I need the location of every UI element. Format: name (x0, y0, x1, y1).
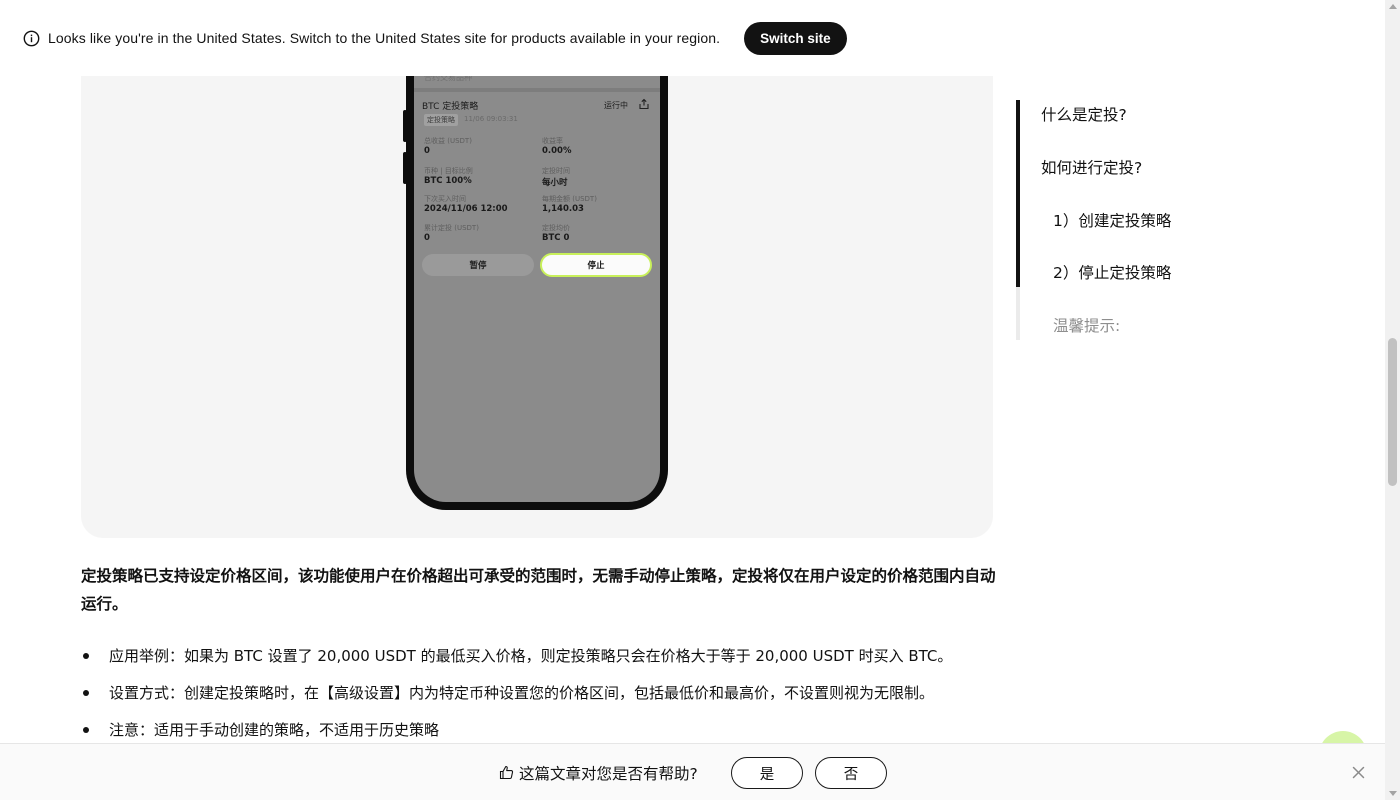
phone-pause-button: 暂停 (422, 254, 534, 276)
scrollbar-thumb[interactable] (1388, 338, 1397, 486)
price-range-paragraph: 定投策略已支持设定价格区间，该功能使用户在价格超出可承受的范围时，无需手动停止策… (81, 567, 996, 613)
feedback-bar: 这篇文章对您是否有帮助? 是 否 (0, 743, 1385, 800)
article-image-card: 合约交易品种 BTC 定投策略 运行中 定投策略 11/06 09:03:31 … (81, 0, 993, 538)
phone-mockup: 合约交易品种 BTC 定投策略 运行中 定投策略 11/06 09:03:31 … (406, 40, 668, 510)
region-banner-message: Looks like you're in the United States. … (48, 30, 721, 46)
list-item-text: 设置方式：创建定投策略时，在【高级设置】内为特定币种设置您的价格区间，包括最低价… (109, 684, 935, 702)
phone-field-label: 下次买入时间 (424, 195, 466, 203)
phone-field-label: 每期金额 (USDT) (542, 195, 597, 203)
toc-active-indicator (1016, 100, 1020, 287)
bullet-dot (83, 727, 89, 733)
bullet-dot (83, 653, 89, 659)
phone-field-label: 累计定投 (USDT) (424, 224, 479, 232)
phone-tag: 定投策略 (424, 114, 458, 126)
phone-field-label: 收益率 (542, 137, 563, 145)
feedback-yes-button[interactable]: 是 (731, 757, 803, 789)
phone-stop-button: 停止 (540, 253, 652, 277)
phone-divider (414, 88, 660, 92)
phone-field-value: 0 (424, 146, 430, 156)
phone-tag-date: 11/06 09:03:31 (464, 115, 518, 123)
switch-site-button[interactable]: Switch site (744, 21, 847, 55)
phone-field-label: 定投时间 (542, 167, 570, 175)
scroll-up-arrow[interactable] (1389, 4, 1397, 9)
bullet-dot (83, 690, 89, 696)
phone-field-value: 每小时 (542, 178, 568, 188)
toc-item-what-is-dca[interactable]: 什么是定投? (1041, 103, 1127, 125)
page-scrollbar[interactable] (1385, 0, 1400, 800)
list-item: 设置方式：创建定投策略时，在【高级设置】内为特定币种设置您的价格区间，包括最低价… (81, 680, 1011, 717)
table-of-contents: 什么是定投? 如何进行定投? 1）创建定投策略 2）停止定投策略 温馨提示: (1016, 100, 1316, 340)
tips-list: 应用举例：如果为 BTC 设置了 20,000 USDT 的最低买入价格，则定投… (81, 643, 1011, 754)
phone-field-label: 定投均价 (542, 224, 570, 232)
phone-field-value: 0 (424, 233, 430, 243)
scroll-down-arrow[interactable] (1389, 791, 1397, 796)
list-item-text: 应用举例：如果为 BTC 设置了 20,000 USDT 的最低买入价格，则定投… (109, 647, 953, 665)
share-icon (639, 98, 649, 110)
phone-field-label: 总收益 (USDT) (424, 137, 472, 145)
close-icon[interactable] (1351, 765, 1366, 780)
phone-field-value: BTC 0 (542, 233, 570, 243)
toc-item-create-strategy[interactable]: 1）创建定投策略 (1053, 209, 1171, 231)
feedback-question: 这篇文章对您是否有帮助? (519, 765, 698, 783)
phone-field-value: 0.00% (542, 146, 572, 156)
phone-field-value: 2024/11/06 12:00 (424, 204, 508, 214)
toc-item-stop-strategy[interactable]: 2）停止定投策略 (1053, 261, 1171, 283)
toc-item-how-to-dca[interactable]: 如何进行定投? (1041, 156, 1142, 178)
list-item-text: 注意：适用于手动创建的策略，不适用于历史策略 (109, 721, 440, 739)
phone-field-label: 币种 | 目标比例 (424, 167, 473, 175)
thumbs-up-icon (499, 765, 514, 780)
info-icon (22, 29, 40, 47)
phone-field-value: BTC 100% (424, 176, 472, 186)
list-item: 应用举例：如果为 BTC 设置了 20,000 USDT 的最低买入价格，则定投… (81, 643, 1011, 680)
toc-item-tips[interactable]: 温馨提示: (1053, 314, 1120, 336)
region-banner: Looks like you're in the United States. … (0, 0, 1385, 76)
phone-status: 运行中 (604, 101, 628, 110)
phone-field-value: 1,140.03 (542, 204, 584, 214)
feedback-no-button[interactable]: 否 (815, 757, 887, 789)
phone-strategy-title: BTC 定投策略 (422, 102, 479, 112)
help-article-page: 合约交易品种 BTC 定投策略 运行中 定投策略 11/06 09:03:31 … (0, 0, 1400, 800)
